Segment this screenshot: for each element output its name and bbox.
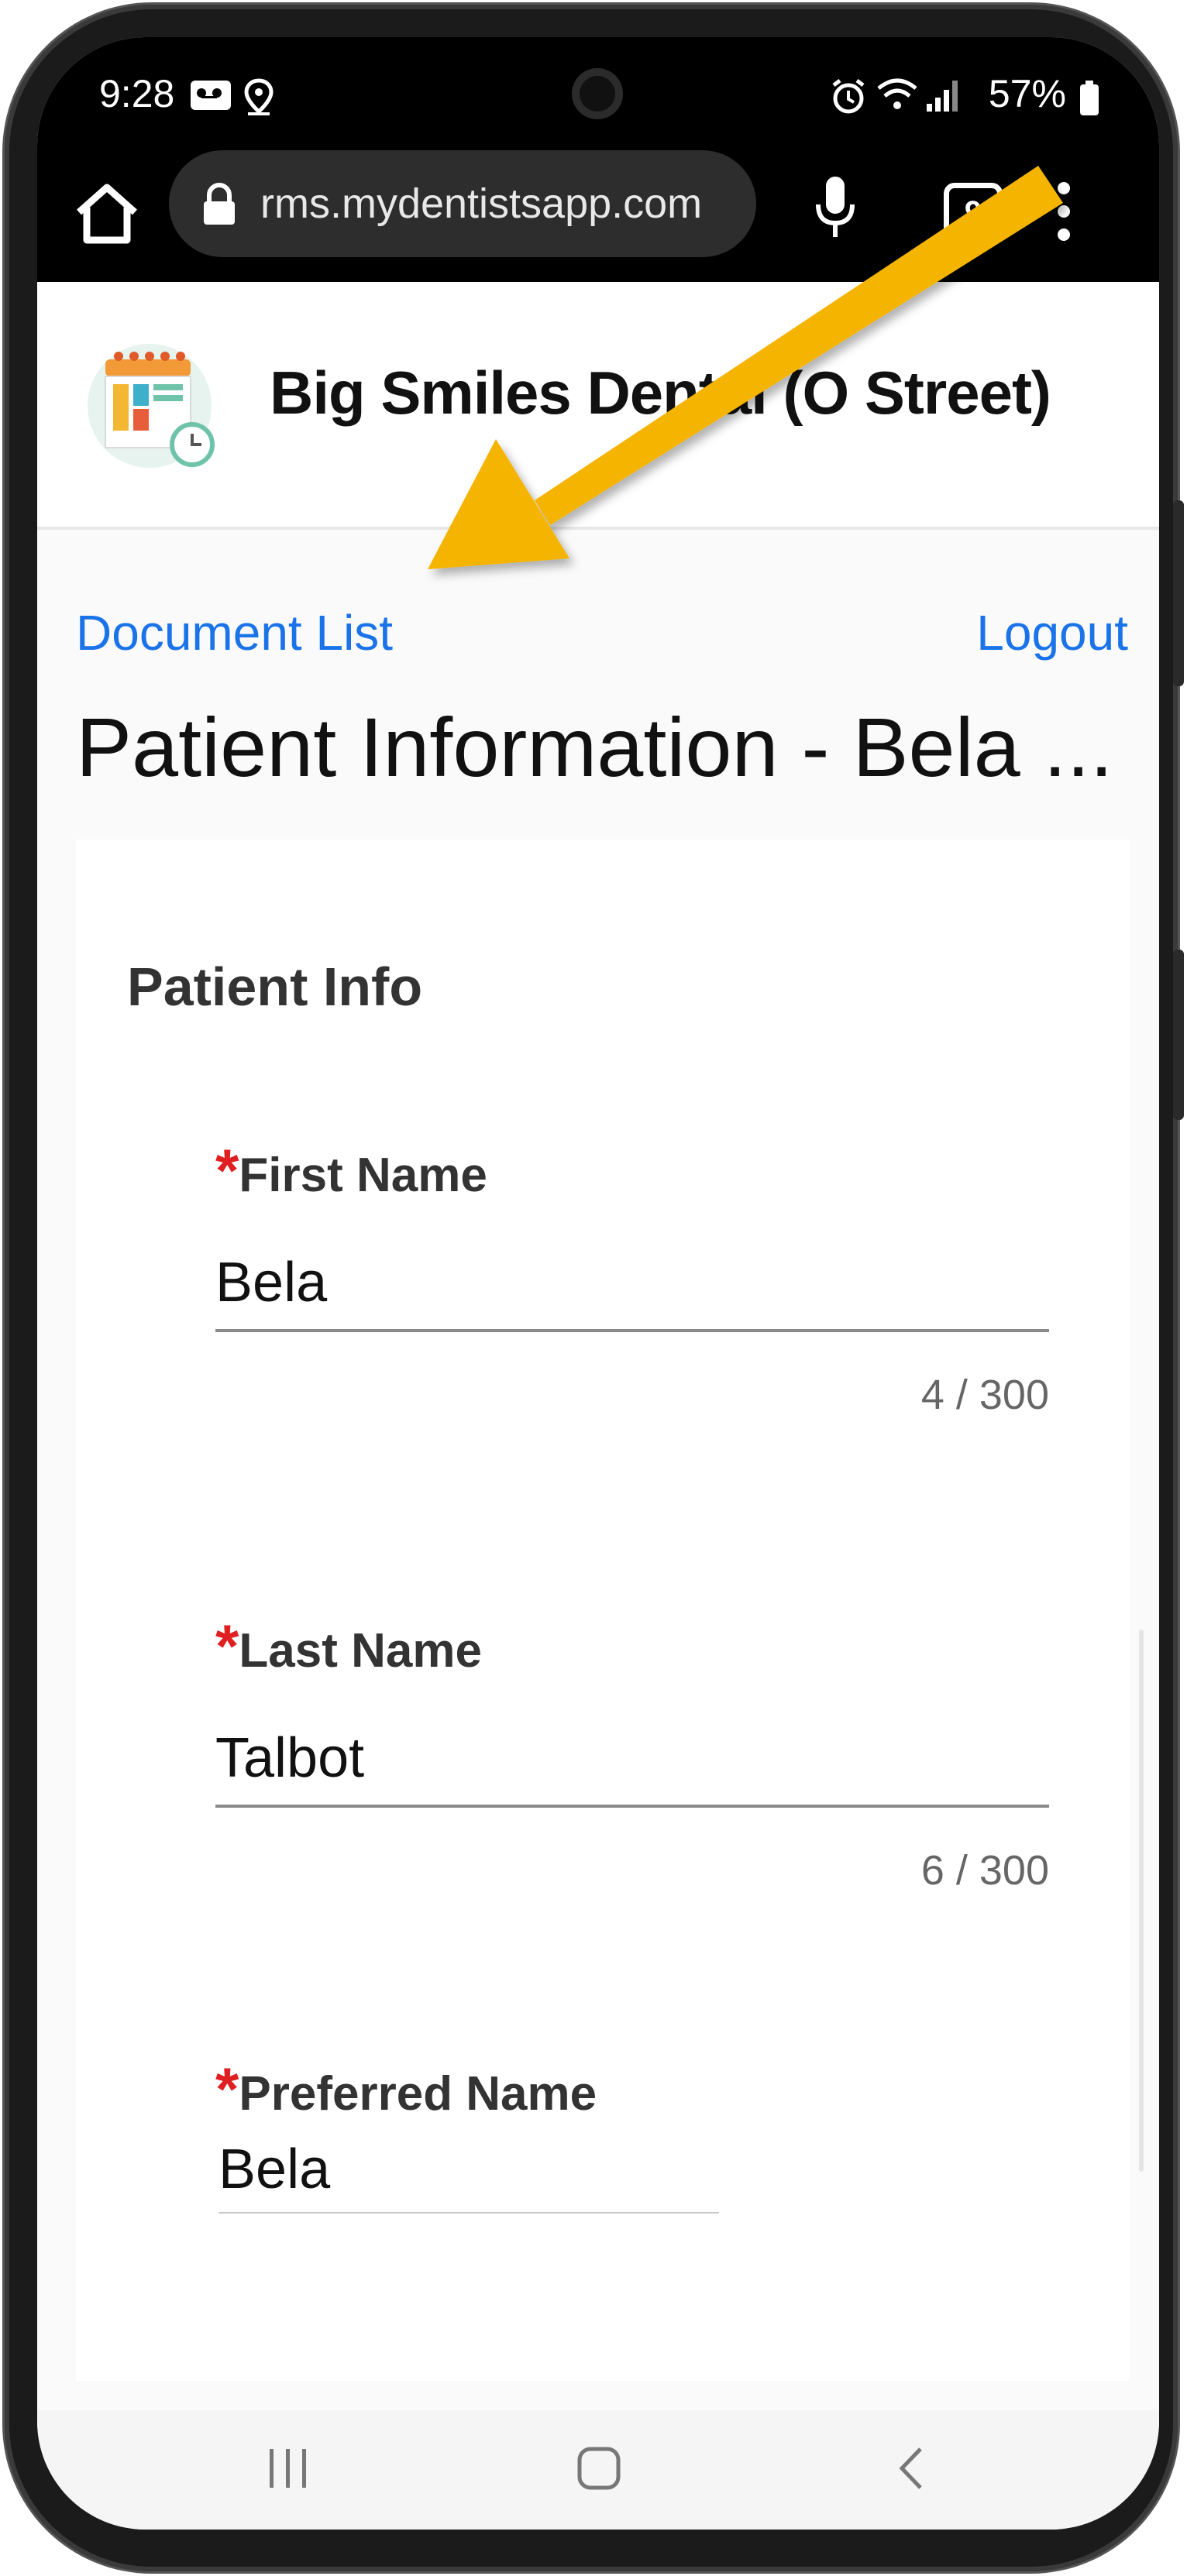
- first-name-counter: 4 / 300: [920, 1372, 1049, 1418]
- home-icon[interactable]: [68, 175, 146, 252]
- site-title: Big Smiles Dental (O Street): [270, 359, 1051, 427]
- battery-percent: 57%: [988, 72, 1066, 115]
- form-card: Patient Info *First Name 4 / 300 *Last N…: [76, 840, 1130, 2381]
- url-text: rms.mydentistsapp.com: [260, 180, 703, 227]
- system-nav-bar: [37, 2410, 1159, 2530]
- last-name-label: *Last Name: [215, 1612, 482, 1680]
- browser-topbar: 9:28 57% rms.mydentistsapp.com 9: [37, 37, 1159, 282]
- preferred-name-label: *Preferred Name: [215, 2055, 597, 2123]
- phone-frame: 9:28 57% rms.mydentistsapp.com 9 Big Smi…: [5, 5, 1184, 2571]
- power-button: [1173, 950, 1184, 1120]
- required-mark: *: [215, 2055, 239, 2123]
- alarm-icon: [832, 79, 865, 114]
- signal-icon: [927, 81, 958, 112]
- mic-icon[interactable]: [812, 173, 858, 243]
- status-time: 9:28: [99, 72, 175, 115]
- front-camera: [572, 68, 623, 119]
- required-mark: *: [215, 1136, 239, 1204]
- document-list-link[interactable]: Document List: [76, 604, 393, 661]
- page-title: Patient Information - Bela ...: [76, 700, 1113, 794]
- address-bar[interactable]: rms.mydentistsapp.com: [169, 150, 756, 257]
- home-nav-icon[interactable]: [572, 2441, 626, 2495]
- wifi-icon: [877, 78, 917, 109]
- logout-link[interactable]: Logout: [976, 604, 1128, 661]
- battery-icon: [1080, 81, 1099, 115]
- last-name-input[interactable]: [215, 1712, 1049, 1808]
- back-icon[interactable]: [889, 2441, 936, 2495]
- section-title: Patient Info: [127, 957, 423, 1017]
- preferred-name-input[interactable]: [218, 2127, 719, 2214]
- last-name-counter: 6 / 300: [920, 1847, 1049, 1894]
- location-icon: [244, 78, 274, 115]
- first-name-input[interactable]: [215, 1236, 1049, 1332]
- page-content: Document List Logout Patient Information…: [37, 530, 1159, 2410]
- clinic-logo: [88, 344, 215, 468]
- required-mark: *: [215, 1612, 239, 1680]
- first-name-label: *First Name: [215, 1136, 487, 1204]
- voicemail-icon: [191, 81, 231, 110]
- scrollbar[interactable]: [1139, 1630, 1144, 2172]
- screen: 9:28 57% rms.mydentistsapp.com 9 Big Smi…: [37, 37, 1159, 2530]
- more-vert-icon[interactable]: [1052, 177, 1075, 246]
- lock-icon: [204, 183, 235, 225]
- site-header: Big Smiles Dental (O Street): [37, 282, 1159, 530]
- tabs-icon[interactable]: 9: [944, 183, 1003, 242]
- recent-apps-icon[interactable]: [265, 2441, 311, 2495]
- volume-button: [1173, 500, 1184, 686]
